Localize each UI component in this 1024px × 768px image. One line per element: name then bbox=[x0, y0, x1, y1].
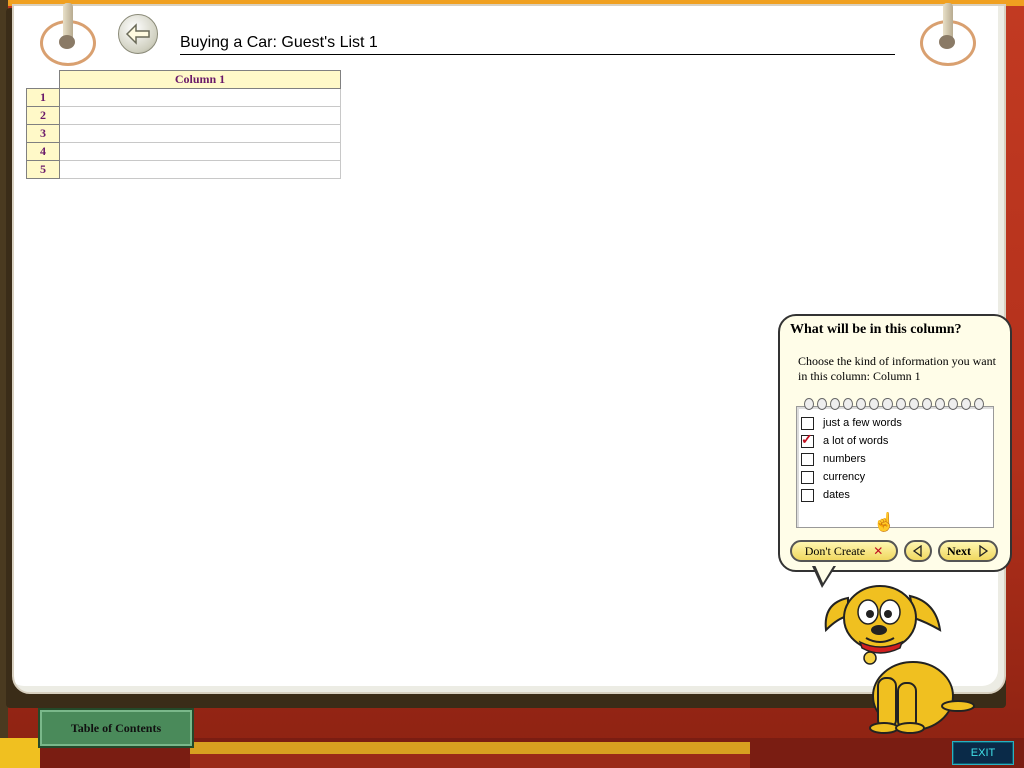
option-label: just a few words bbox=[823, 417, 902, 429]
option-few-words[interactable]: just a few words bbox=[801, 415, 902, 431]
table-row: 5 bbox=[26, 160, 341, 179]
column-type-dialog: What will be in this column? Choose the … bbox=[778, 314, 1012, 572]
grid-cell[interactable] bbox=[59, 160, 341, 179]
checkmark-icon: ✓ bbox=[801, 430, 813, 447]
row-number[interactable]: 2 bbox=[26, 106, 60, 125]
spiral-binding bbox=[804, 398, 985, 410]
checkbox[interactable] bbox=[801, 470, 814, 484]
table-row: 4 bbox=[26, 142, 341, 161]
checkbox[interactable] bbox=[801, 416, 814, 430]
back-arrow-icon bbox=[125, 23, 150, 45]
dont-create-button[interactable]: Don't Create ✕ bbox=[790, 540, 898, 562]
exit-button[interactable]: EXIT bbox=[952, 741, 1014, 765]
dialog-description: Choose the kind of information you want … bbox=[798, 354, 996, 383]
table-row: 2 bbox=[26, 106, 341, 125]
table-row: 3 bbox=[26, 124, 341, 143]
back-button[interactable] bbox=[118, 14, 158, 54]
option-currency[interactable]: currency bbox=[801, 469, 865, 485]
hand-cursor-icon: ☝ bbox=[873, 512, 896, 532]
table-of-contents-button[interactable]: Table of Contents bbox=[38, 708, 194, 748]
right-triangle-icon bbox=[979, 545, 989, 557]
grid-cell[interactable] bbox=[59, 124, 341, 143]
grid-cell[interactable] bbox=[59, 88, 341, 107]
grid-cell[interactable] bbox=[59, 142, 341, 161]
previous-button[interactable] bbox=[904, 540, 932, 562]
grid-corner bbox=[26, 70, 60, 89]
checkbox[interactable]: ✓ bbox=[801, 431, 814, 448]
option-lot-of-words[interactable]: ✓ a lot of words bbox=[801, 431, 889, 449]
option-dates[interactable]: dates bbox=[801, 487, 850, 503]
row-number[interactable]: 1 bbox=[26, 88, 60, 107]
dont-create-label: Don't Create bbox=[804, 543, 866, 558]
option-list: just a few words ✓ a lot of words number… bbox=[796, 406, 994, 528]
column-header[interactable]: Column 1 bbox=[59, 70, 341, 89]
binder-ring-right bbox=[920, 3, 976, 66]
option-label: a lot of words bbox=[823, 435, 889, 447]
option-label: numbers bbox=[823, 453, 866, 465]
row-number[interactable]: 3 bbox=[26, 124, 60, 143]
spreadsheet-grid: Column 1 1 2 3 4 5 bbox=[26, 70, 341, 179]
next-label: Next bbox=[947, 543, 971, 558]
row-number[interactable]: 4 bbox=[26, 142, 60, 161]
option-label: dates bbox=[823, 489, 850, 501]
option-label: currency bbox=[823, 471, 866, 483]
binder-ring-left bbox=[40, 3, 96, 66]
dog-mascot bbox=[824, 585, 975, 734]
grid-cell[interactable] bbox=[59, 106, 341, 125]
table-row: 1 bbox=[26, 88, 341, 107]
checkbox[interactable] bbox=[801, 452, 814, 466]
dialog-title: What will be in this column? bbox=[790, 322, 962, 337]
row-number[interactable]: 5 bbox=[26, 160, 60, 179]
option-numbers[interactable]: numbers bbox=[801, 451, 866, 467]
checkbox[interactable] bbox=[801, 488, 814, 502]
close-x-icon: ✕ bbox=[873, 544, 884, 558]
page-title: Buying a Car: Guest's List 1 bbox=[180, 34, 895, 55]
left-triangle-icon bbox=[912, 545, 922, 557]
next-button[interactable]: Next bbox=[938, 540, 998, 562]
